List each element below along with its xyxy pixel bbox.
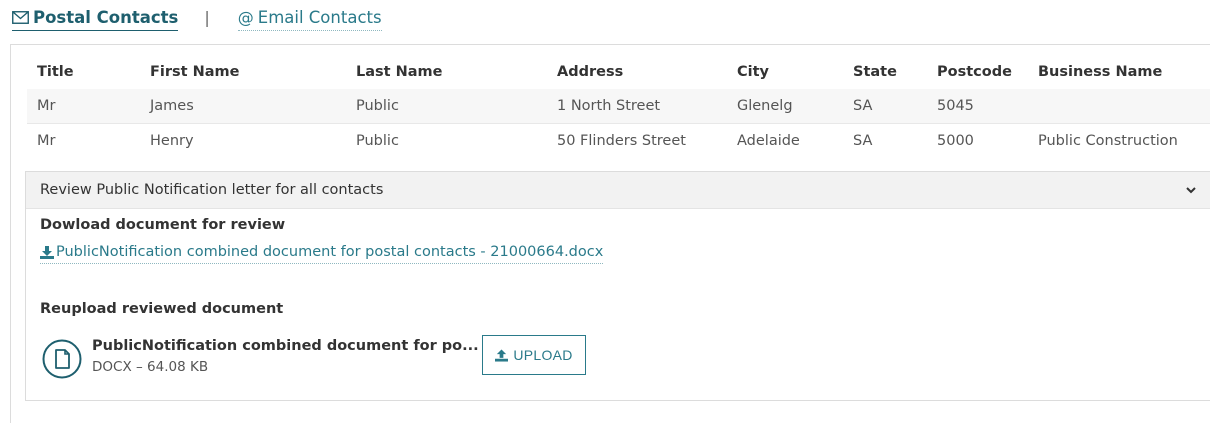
column-header: Title [37,64,74,80]
download-icon [40,245,54,259]
table-cell: Adelaide [727,123,843,158]
table-row: Mr Henry Public 50 Flinders Street Adela… [27,123,1210,158]
table-cell: SA [843,89,927,124]
upload-button-label: UPLOAD [513,347,573,363]
envelope-icon [12,11,29,24]
table-cell: 5000 [927,123,1028,158]
tab-email-contacts[interactable]: @ Email Contacts [237,8,382,31]
table-cell: SA [843,123,927,158]
uploaded-file-meta: DOCX – 64.08 KB [92,359,209,375]
table-cell [1028,89,1210,124]
column-header: Postcode [937,64,1012,80]
column-header: First Name [150,64,240,80]
table-cell: 50 Flinders Street [547,123,727,158]
column-header: State [853,64,897,80]
uploaded-file-name: PublicNotification combined document for… [92,338,479,354]
at-icon: @ [237,8,254,27]
download-link-label: PublicNotification combined document for… [56,244,604,260]
column-header: City [737,64,769,80]
table-cell: Glenelg [727,89,843,124]
tab-separator: | [204,8,210,27]
document-file-icon [42,339,82,379]
contact-tabs: Postal Contacts | @ Email Contacts [12,8,382,34]
tab-label: Postal Contacts [33,8,179,27]
column-header: Business Name [1038,64,1163,80]
table-cell: Henry [140,123,346,158]
table-cell: Public Construction [1028,123,1210,158]
column-header: Last Name [356,64,443,80]
table-cell: James [140,89,346,124]
column-header: Address [557,64,624,80]
review-accordion: Review Public Notification letter for al… [25,171,1210,401]
table-cell: 5045 [927,89,1028,124]
table-cell: Public [346,123,547,158]
chevron-down-icon[interactable] [1184,183,1198,197]
table-cell: Public [346,89,547,124]
tab-postal-contacts[interactable]: Postal Contacts [12,8,179,31]
contacts-table: Title First Name Last Name Address City … [27,55,1210,158]
reupload-section-title: Reupload reviewed document [40,301,284,317]
download-document-link[interactable]: PublicNotification combined document for… [40,244,604,264]
review-accordion-header[interactable]: Review Public Notification letter for al… [26,171,1210,209]
tab-label: Email Contacts [257,8,382,27]
upload-icon [495,348,509,362]
table-row: Mr James Public 1 North Street Glenelg S… [27,89,1210,124]
upload-button[interactable]: UPLOAD [482,335,586,375]
download-section-title: Dowload document for review [40,217,286,233]
table-cell: Mr [27,123,140,158]
table-cell: 1 North Street [547,89,727,124]
table-header-row: Title First Name Last Name Address City … [27,55,1210,89]
postal-contacts-panel: Title First Name Last Name Address City … [10,44,1210,423]
table-cell: Mr [27,89,140,124]
review-accordion-title: Review Public Notification letter for al… [40,182,384,198]
